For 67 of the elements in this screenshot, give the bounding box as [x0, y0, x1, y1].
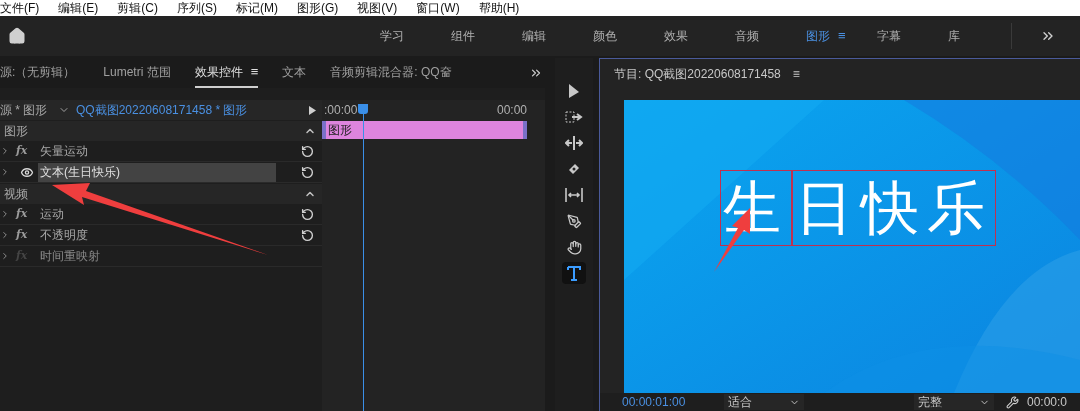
fx-icon[interactable]: fx	[16, 142, 38, 160]
panel-tab[interactable]: Lumetri 范围	[103, 58, 171, 88]
workspace-tab[interactable]: 图形 ≡	[804, 26, 875, 46]
play-icon[interactable]	[309, 105, 316, 115]
menu-item[interactable]: 编辑(E)	[58, 2, 99, 14]
end-time: 00:00	[496, 102, 527, 119]
workspace-tab[interactable]: 组件	[449, 27, 520, 45]
reset-icon[interactable]	[301, 144, 314, 158]
type-icon	[567, 265, 581, 281]
workspace-tab[interactable]: 效果	[662, 27, 733, 45]
duration-timecode: 00:00:0	[1027, 394, 1068, 411]
workspace-tab[interactable]: 库	[946, 27, 1017, 45]
fx-icon[interactable]: fx	[16, 205, 38, 223]
reset-icon[interactable]	[301, 228, 314, 242]
workspace-tab[interactable]: 编辑	[520, 27, 591, 45]
expand-icon[interactable]	[0, 146, 10, 156]
reset-icon[interactable]	[301, 165, 314, 179]
panel-title: 节目: QQ截图20220608171458	[614, 66, 781, 83]
fx-icon[interactable]: fx	[16, 226, 38, 244]
expand-icon[interactable]	[0, 251, 10, 261]
panel-tab[interactable]: 文本	[282, 58, 307, 88]
home-icon[interactable]	[8, 27, 26, 45]
menu-item[interactable]: 文件(F)	[0, 2, 40, 14]
section-title: 图形	[3, 123, 29, 140]
section-header[interactable]: 视频	[0, 184, 322, 204]
more-icon[interactable]	[529, 66, 543, 80]
workspace-tab[interactable]: 字幕	[875, 27, 946, 45]
pointer-icon	[567, 83, 581, 99]
hand-icon	[566, 239, 582, 255]
menu-item[interactable]: 窗口(W)	[416, 2, 460, 14]
type-tool-button[interactable]	[562, 262, 586, 284]
timecode[interactable]: 00:00:01:00	[622, 393, 710, 411]
reset-icon[interactable]	[301, 207, 314, 221]
section-title: 视频	[3, 186, 29, 203]
playhead[interactable]	[358, 104, 368, 411]
section-header[interactable]: 图形	[0, 121, 322, 141]
track-select-icon	[565, 111, 583, 123]
expand-icon[interactable]	[0, 167, 10, 177]
menu-item[interactable]: 剪辑(C)	[117, 2, 158, 14]
menu-item[interactable]: 帮助(H)	[478, 2, 520, 14]
source-label: 源 * 图形	[0, 102, 49, 119]
workspace-tab[interactable]: 学习	[378, 27, 449, 45]
slip-icon	[565, 188, 583, 202]
menu-item[interactable]: 图形(G)	[297, 2, 339, 14]
panel-tab[interactable]: 源:（无剪辑）	[0, 58, 76, 88]
expand-icon[interactable]	[0, 230, 10, 240]
ripple-edit-icon	[565, 136, 583, 150]
effect-name[interactable]: 文本(生日快乐)	[38, 162, 276, 182]
effect-name[interactable]: 矢量运动	[38, 141, 276, 161]
workspace-tab[interactable]: 颜色	[591, 27, 662, 45]
quality-dropdown[interactable]: 完整	[914, 394, 994, 410]
settings-icon[interactable]	[1006, 395, 1019, 409]
workspace-tab[interactable]: 音频	[733, 27, 804, 45]
effect-name[interactable]: 不透明度	[38, 225, 276, 245]
menu-item[interactable]: 序列(S)	[177, 2, 217, 14]
zoom-dropdown[interactable]: 适合	[724, 394, 804, 410]
clip-bar[interactable]: 图形	[322, 121, 527, 139]
start-time: :00:00	[324, 102, 358, 119]
expand-icon[interactable]	[0, 209, 10, 219]
panel-tab[interactable]: 音频剪辑混合器: QQ奤	[330, 58, 452, 88]
menu-icon[interactable]: ≡	[792, 65, 800, 83]
pen-icon	[566, 213, 582, 229]
clip-link[interactable]: QQ截图20220608171458 * 图形	[76, 101, 309, 119]
menu-item[interactable]: 标记(M)	[236, 2, 278, 14]
menu-item[interactable]: 视图(V)	[357, 2, 398, 14]
panel-tab[interactable]: 效果控件 ≡	[194, 58, 259, 88]
effect-name[interactable]: 运动	[38, 204, 276, 224]
